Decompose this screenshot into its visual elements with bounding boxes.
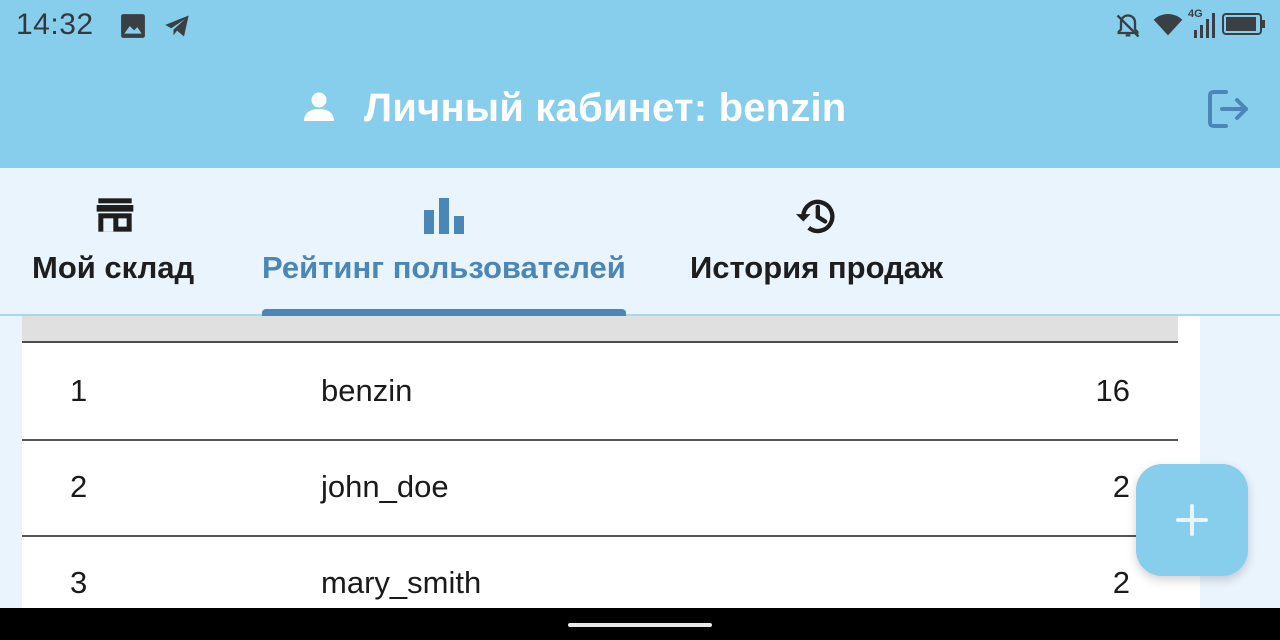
- tab-user-rating[interactable]: Рейтинг пользователей: [262, 168, 626, 314]
- rank-cell: 2: [70, 469, 88, 504]
- tab-bar: Мой склад Рейтинг пользователей История …: [0, 168, 1280, 316]
- tab-label: Мой склад: [32, 250, 195, 285]
- table-row[interactable]: 2 john_doe 2: [22, 441, 1178, 537]
- active-tab-indicator: [262, 309, 626, 316]
- logout-button[interactable]: [1206, 88, 1254, 132]
- plus-icon: [1176, 504, 1208, 541]
- app-bar: Личный кабинет: benzin: [0, 52, 1280, 168]
- person-icon: [300, 88, 338, 129]
- score-cell: 16: [1095, 373, 1130, 408]
- battery-icon: [1222, 13, 1266, 40]
- system-nav-bar: [0, 608, 1280, 640]
- table-header: [22, 316, 1178, 343]
- tab-label: История продаж: [690, 250, 944, 285]
- rank-cell: 1: [70, 373, 88, 408]
- image-icon: [120, 13, 146, 44]
- telegram-icon: [162, 12, 192, 45]
- store-icon: [95, 196, 135, 239]
- wifi-icon: [1152, 12, 1184, 43]
- rating-content: 1 benzin 16 2 john_doe 2 3 mary_smith 2: [0, 316, 1280, 608]
- page-title-group: Личный кабинет: benzin: [300, 80, 846, 136]
- username-cell: benzin: [321, 373, 413, 408]
- table-row[interactable]: 1 benzin 16: [22, 345, 1178, 441]
- username-cell: mary_smith: [321, 565, 482, 600]
- rank-cell: 3: [70, 565, 88, 600]
- home-gesture-handle[interactable]: [568, 623, 712, 627]
- tab-sales-history[interactable]: История продаж: [688, 168, 948, 314]
- history-icon: [794, 196, 838, 241]
- table-row[interactable]: 3 mary_smith 2: [22, 537, 1178, 608]
- bar-chart-icon: [422, 196, 466, 239]
- status-time: 14:32: [16, 8, 94, 41]
- add-button[interactable]: [1136, 464, 1248, 576]
- tab-my-warehouse[interactable]: Мой склад: [22, 168, 212, 314]
- username-cell: john_doe: [321, 469, 449, 504]
- page-title: Личный кабинет: benzin: [364, 85, 847, 130]
- rating-table[interactable]: 1 benzin 16 2 john_doe 2 3 mary_smith 2: [22, 316, 1200, 608]
- status-bar: 14:32 4G: [0, 0, 1280, 52]
- tab-label: Рейтинг пользователей: [262, 250, 626, 285]
- logout-icon: [1206, 90, 1252, 134]
- score-cell: 2: [1112, 469, 1130, 504]
- score-cell: 2: [1112, 565, 1130, 600]
- bell-off-icon: [1114, 12, 1142, 45]
